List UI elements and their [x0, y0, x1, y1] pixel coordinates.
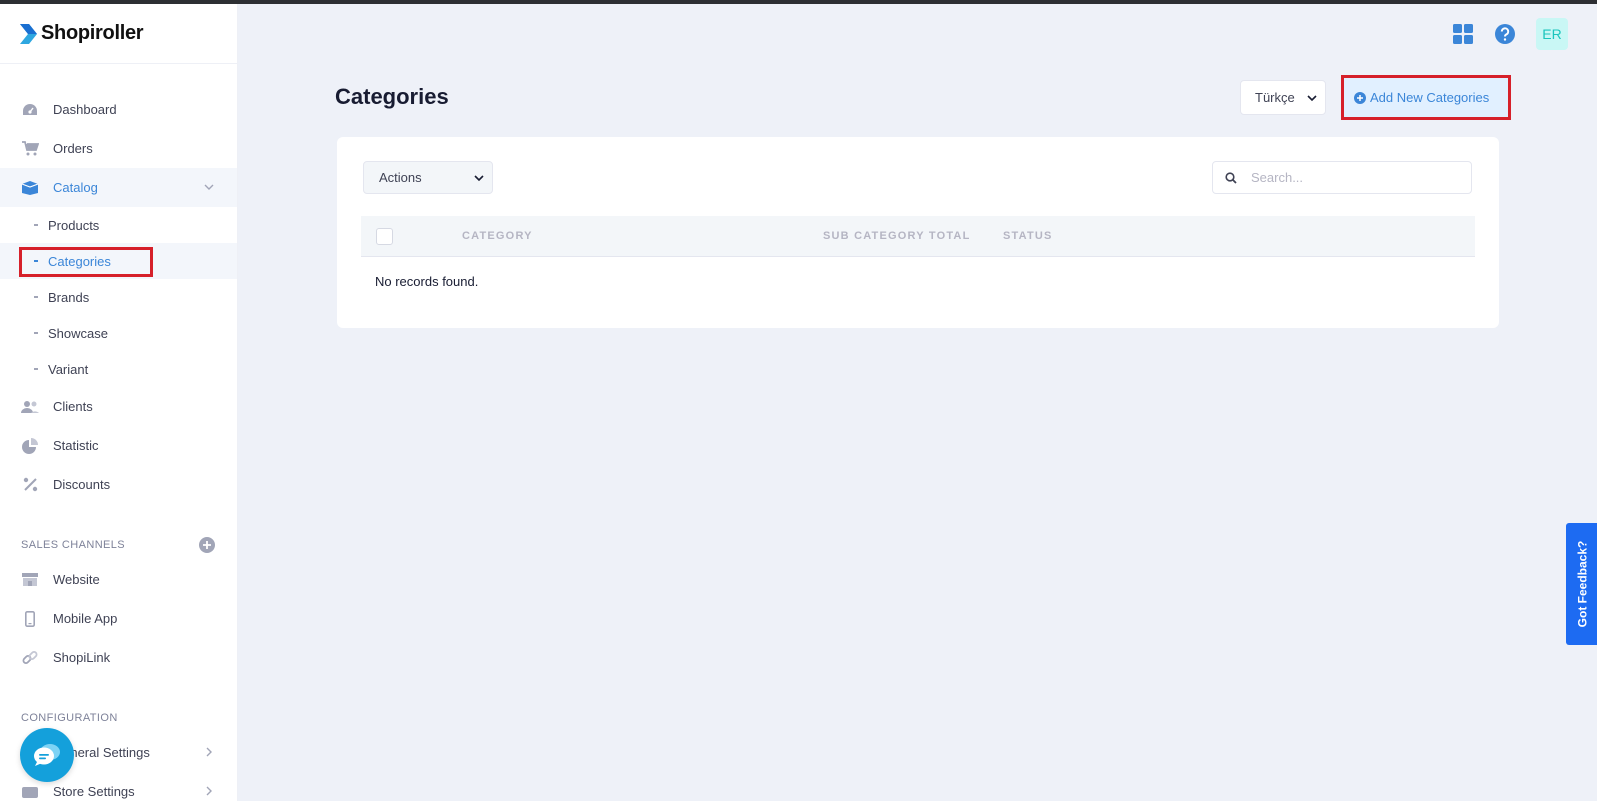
- pie-chart-icon: [21, 437, 39, 455]
- sidebar-item-label: Clients: [53, 399, 93, 414]
- apps-grid-icon[interactable]: [1452, 23, 1474, 45]
- language-select[interactable]: Türkçe: [1240, 80, 1326, 115]
- sidebar-item-label: ShopiLink: [53, 650, 111, 665]
- section-title-label: SALES CHANNELS: [21, 539, 126, 551]
- chat-icon: [34, 744, 60, 766]
- section-title-sales-channels: SALES CHANNELS: [0, 504, 237, 560]
- sidebar-subitem-showcase[interactable]: Showcase: [0, 315, 237, 351]
- dashboard-icon: [21, 101, 39, 119]
- sidebar-item-clients[interactable]: Clients: [0, 387, 237, 426]
- chevron-down-icon: [204, 184, 214, 190]
- sidebar-subitem-label: Products: [48, 217, 100, 233]
- sidebar-item-catalog[interactable]: Catalog: [0, 168, 237, 207]
- chevron-right-icon: [206, 747, 212, 757]
- brand-name: Shopiroller: [41, 22, 144, 44]
- sidebar-item-label: Dashboard: [53, 102, 117, 117]
- sidebar-item-orders[interactable]: Orders: [0, 129, 237, 168]
- feedback-tab[interactable]: Got Feedback?: [1566, 523, 1597, 645]
- page-title: Categories: [335, 84, 449, 109]
- sidebar-subitem-categories[interactable]: Categories: [0, 243, 237, 279]
- brand[interactable]: Shopiroller: [0, 4, 237, 64]
- empty-state-text: No records found.: [375, 274, 479, 289]
- language-select-value: Türkçe: [1255, 90, 1295, 105]
- users-icon: [21, 398, 39, 416]
- sidebar-item-shopilink[interactable]: ShopiLink: [0, 638, 237, 677]
- chat-launcher-button[interactable]: [20, 728, 74, 782]
- cart-icon: [21, 140, 39, 158]
- table-header: CATEGORY SUB CATEGORY TOTAL STATUS: [361, 216, 1475, 257]
- bullet: [34, 296, 38, 298]
- chevron-down-icon: [1307, 95, 1317, 102]
- help-icon[interactable]: [1494, 23, 1516, 45]
- top-border: [0, 0, 1597, 4]
- sidebar-item-label: Orders: [53, 141, 93, 156]
- box-icon: [21, 179, 39, 197]
- sidebar-item-label: Catalog: [53, 180, 98, 195]
- search-input[interactable]: [1251, 170, 1451, 185]
- search-box: [1212, 161, 1472, 194]
- sidebar-subitem-products[interactable]: Products: [0, 207, 237, 243]
- sidebar-menu: Dashboard Orders Catalog Products Catego…: [0, 64, 237, 801]
- sidebar-item-label: Mobile App: [53, 611, 118, 626]
- sidebar-item-discounts[interactable]: Discounts: [0, 465, 237, 504]
- column-header-category[interactable]: CATEGORY: [462, 230, 533, 242]
- sidebar-item-label: Store Settings: [53, 784, 135, 799]
- section-title-label: CONFIGURATION: [21, 712, 118, 724]
- link-icon: [21, 649, 39, 667]
- column-header-status[interactable]: STATUS: [1003, 230, 1053, 242]
- sidebar-subitem-variant[interactable]: Variant: [0, 351, 237, 387]
- select-all-checkbox[interactable]: [376, 228, 393, 245]
- logo-icon: [20, 23, 37, 44]
- add-button-label: Add New Categories: [1370, 90, 1490, 105]
- header-actions: ER: [1452, 18, 1568, 50]
- sidebar-subitem-label: Variant: [48, 361, 89, 377]
- chevron-right-icon: [206, 786, 212, 796]
- sidebar-subitem-label: Showcase: [48, 325, 108, 341]
- actions-select-value: Actions: [379, 170, 422, 185]
- sidebar-item-label: Statistic: [53, 438, 99, 453]
- sidebar-item-label: Website: [53, 572, 100, 587]
- sidebar-item-statistic[interactable]: Statistic: [0, 426, 237, 465]
- chevron-down-icon: [474, 175, 484, 182]
- bullet: [34, 224, 38, 226]
- column-header-sub-category-total[interactable]: SUB CATEGORY TOTAL: [823, 230, 971, 242]
- plus-circle-icon: [1354, 91, 1366, 104]
- sidebar-subitem-brands[interactable]: Brands: [0, 279, 237, 315]
- categories-card: Actions CATEGORY SUB CATEGORY TOTAL STAT…: [337, 137, 1499, 328]
- add-new-category-button[interactable]: Add New Categories: [1341, 75, 1511, 120]
- phone-icon: [21, 610, 39, 628]
- search-icon: [1225, 171, 1237, 184]
- store-icon: [21, 571, 39, 589]
- feedback-label: Got Feedback?: [1575, 540, 1589, 628]
- user-avatar[interactable]: ER: [1536, 18, 1568, 50]
- section-title-configuration: CONFIGURATION: [0, 677, 237, 733]
- bullet: [34, 332, 38, 334]
- add-channel-icon[interactable]: [199, 537, 215, 553]
- store-settings-icon: [21, 783, 39, 801]
- sidebar-item-website[interactable]: Website: [0, 560, 237, 599]
- bullet: [34, 368, 38, 370]
- sidebar-item-dashboard[interactable]: Dashboard: [0, 90, 237, 129]
- sidebar-item-label: Discounts: [53, 477, 111, 492]
- sidebar-item-mobile-app[interactable]: Mobile App: [0, 599, 237, 638]
- sidebar: Shopiroller Dashboard Orders Catalog Pro…: [0, 4, 238, 801]
- actions-select[interactable]: Actions: [363, 161, 493, 194]
- sidebar-subitem-label: Brands: [48, 289, 90, 305]
- percent-icon: [21, 476, 39, 494]
- highlight-box: [19, 247, 153, 277]
